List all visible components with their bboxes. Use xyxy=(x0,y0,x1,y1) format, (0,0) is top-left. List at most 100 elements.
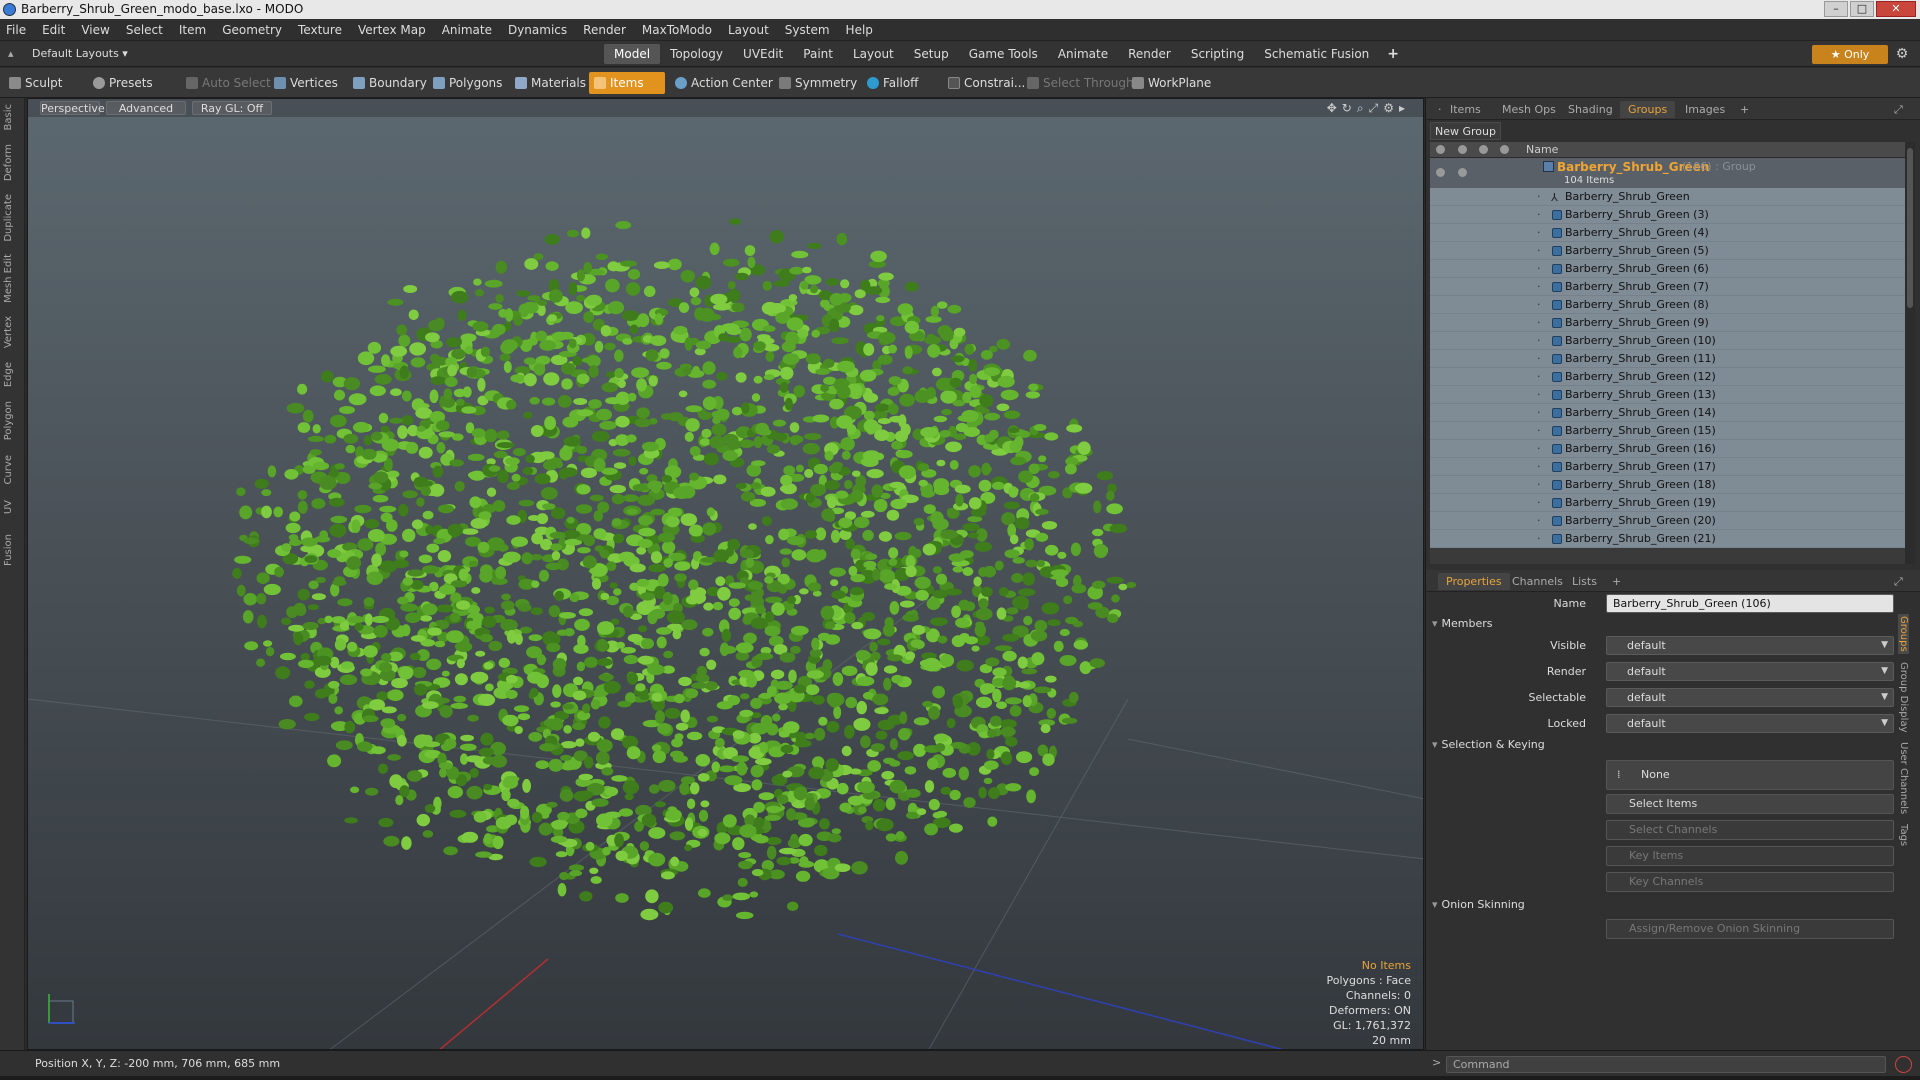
left-tab-mesh-edit[interactable]: Mesh Edit xyxy=(3,254,21,303)
group-row[interactable]: Barberry_Shrub_Green (106) : Group 104 I… xyxy=(1430,158,1905,188)
add-tab-icon[interactable]: + xyxy=(1732,101,1757,118)
minimize-button[interactable]: – xyxy=(1824,1,1848,17)
menu-item[interactable]: Item xyxy=(179,23,206,37)
left-tab-duplicate[interactable]: Duplicate xyxy=(3,194,21,242)
menu-layout[interactable]: Layout xyxy=(728,23,769,37)
command-input[interactable]: Command xyxy=(1446,1056,1886,1073)
list-item[interactable]: · Barberry_Shrub_Green (9) xyxy=(1430,314,1905,332)
tab-mesh-ops[interactable]: Mesh Ops xyxy=(1494,101,1564,118)
side-tab-tags[interactable]: Tags xyxy=(1898,822,1909,848)
tab-render[interactable]: Render xyxy=(1118,44,1181,64)
tree-scrollbar[interactable] xyxy=(1905,142,1915,564)
expand-icon[interactable]: ⤢ xyxy=(1886,101,1911,118)
tab-shading[interactable]: Shading xyxy=(1560,101,1621,118)
rotate-icon[interactable]: ↻ xyxy=(1342,101,1352,116)
left-tab-polygon[interactable]: Polygon xyxy=(3,401,21,440)
tab-uvedit[interactable]: UVEdit xyxy=(733,44,793,64)
tab-scripting[interactable]: Scripting xyxy=(1181,44,1254,64)
vertices-button[interactable]: Vertices xyxy=(269,72,344,94)
list-item[interactable]: · Barberry_Shrub_Green (17) xyxy=(1430,458,1905,476)
pan-icon[interactable]: ✥ xyxy=(1327,101,1337,116)
menu-render[interactable]: Render xyxy=(583,23,626,37)
perspective-button[interactable]: Perspective xyxy=(40,101,105,115)
left-tab-curve[interactable]: Curve xyxy=(3,455,21,485)
menu-select[interactable]: Select xyxy=(126,23,163,37)
advanced-button[interactable]: Advanced xyxy=(106,101,186,115)
list-item[interactable]: · Barberry_Shrub_Green (11) xyxy=(1430,350,1905,368)
key-channels-button[interactable]: Key Channels xyxy=(1606,872,1894,892)
render-select[interactable]: default ▼ xyxy=(1606,662,1894,681)
tab-schematic-fusion[interactable]: Schematic Fusion xyxy=(1254,44,1379,64)
select-channels-button[interactable]: Select Channels xyxy=(1606,820,1894,840)
onion-skinning-button[interactable]: Assign/Remove Onion Skinning xyxy=(1606,919,1894,939)
add-tab-button[interactable]: + xyxy=(1379,44,1407,64)
menu-geometry[interactable]: Geometry xyxy=(222,23,282,37)
presets-button[interactable]: Presets xyxy=(88,72,159,94)
boundary-button[interactable]: Boundary xyxy=(348,72,433,94)
tab-paint[interactable]: Paint xyxy=(793,44,843,64)
left-tab-edge[interactable]: Edge xyxy=(3,362,21,387)
zoom-icon[interactable]: ⌕ xyxy=(1357,101,1364,116)
list-item[interactable]: · Barberry_Shrub_Green (12) xyxy=(1430,368,1905,386)
list-item[interactable]: · Barberry_Shrub_Green (6) xyxy=(1430,260,1905,278)
list-item[interactable]: · Barberry_Shrub_Green (18) xyxy=(1430,476,1905,494)
3d-viewport[interactable]: Perspective Advanced Ray GL: Off ✥ ↻ ⌕ ⤢… xyxy=(27,98,1424,1050)
visible-select[interactable]: default ▼ xyxy=(1606,636,1894,655)
left-tab-fusion[interactable]: Fusion xyxy=(3,534,21,566)
list-item[interactable]: · Barberry_Shrub_Green (21) xyxy=(1430,530,1905,548)
only-button[interactable]: ★ Only xyxy=(1812,45,1888,64)
list-item[interactable]: · Barberry_Shrub_Green (8) xyxy=(1430,296,1905,314)
menu-file[interactable]: File xyxy=(6,23,26,37)
list-item[interactable]: · Barberry_Shrub_Green (3) xyxy=(1430,206,1905,224)
members-section[interactable]: ▾ Members xyxy=(1432,617,1493,630)
menu-maxtomodo[interactable]: MaxToModo xyxy=(642,23,712,37)
menu-animate[interactable]: Animate xyxy=(442,23,492,37)
side-tab-group-display[interactable]: Group Display xyxy=(1898,660,1909,734)
scrollbar-thumb[interactable] xyxy=(1907,148,1913,308)
tab-layout[interactable]: Layout xyxy=(843,44,904,64)
menu-view[interactable]: View xyxy=(81,23,109,37)
onion-skinning-section[interactable]: ▾ Onion Skinning xyxy=(1432,898,1525,911)
key-items-button[interactable]: Key Items xyxy=(1606,846,1894,866)
left-tab-vertex[interactable]: Vertex xyxy=(3,316,21,348)
list-item[interactable]: · Barberry_Shrub_Green (4) xyxy=(1430,224,1905,242)
menu-vertex-map[interactable]: Vertex Map xyxy=(358,23,426,37)
group-render-icon[interactable] xyxy=(1458,168,1467,177)
menu-system[interactable]: System xyxy=(785,23,830,37)
list-item[interactable]: · Barberry_Shrub_Green (15) xyxy=(1430,422,1905,440)
tab-images[interactable]: Images xyxy=(1677,101,1733,118)
raygl-button[interactable]: Ray GL: Off xyxy=(192,101,272,115)
command-history-icon[interactable] xyxy=(1895,1056,1912,1073)
tab-model[interactable]: Model xyxy=(604,44,661,64)
pin-icon[interactable]: ▴ xyxy=(8,45,18,63)
none-button[interactable]: ⁞ None xyxy=(1606,760,1894,790)
select-through-button[interactable]: Select Through xyxy=(1022,72,1140,94)
left-tab-uv[interactable]: UV xyxy=(3,500,21,514)
side-tab-groups[interactable]: Groups xyxy=(1898,614,1909,654)
expand-icon[interactable]: ⤢ xyxy=(1886,573,1911,590)
viewport-gear-icon[interactable]: ⚙ xyxy=(1383,101,1394,116)
side-tab-user-channels[interactable]: User Channels xyxy=(1898,740,1909,816)
tab-game-tools[interactable]: Game Tools xyxy=(959,44,1048,64)
eye-icon[interactable] xyxy=(1436,145,1445,154)
menu-texture[interactable]: Texture xyxy=(298,23,342,37)
list-item[interactable]: · ⅄ Barberry_Shrub_Green xyxy=(1430,188,1905,206)
tab-setup[interactable]: Setup xyxy=(904,44,959,64)
select-icon[interactable] xyxy=(1479,145,1488,154)
materials-button[interactable]: Materials xyxy=(510,72,592,94)
list-item[interactable]: · Barberry_Shrub_Green (13) xyxy=(1430,386,1905,404)
list-item[interactable]: · Barberry_Shrub_Green (20) xyxy=(1430,512,1905,530)
list-item[interactable]: · Barberry_Shrub_Green (19) xyxy=(1430,494,1905,512)
action-center-button[interactable]: Action Center xyxy=(670,72,779,94)
menu-dynamics[interactable]: Dynamics xyxy=(508,23,567,37)
lock-icon[interactable] xyxy=(1500,145,1509,154)
add-tab-icon[interactable]: + xyxy=(1604,573,1629,590)
tab-animate[interactable]: Animate xyxy=(1048,44,1118,64)
symmetry-button[interactable]: Symmetry xyxy=(774,72,863,94)
tab-lists[interactable]: Lists xyxy=(1564,573,1605,590)
list-item[interactable]: · Barberry_Shrub_Green (14) xyxy=(1430,404,1905,422)
auto-select-button[interactable]: Auto Select xyxy=(181,72,277,94)
selection-keying-section[interactable]: ▾ Selection & Keying xyxy=(1432,738,1545,751)
group-eye-icon[interactable] xyxy=(1436,168,1445,177)
viewport-menu-icon[interactable]: ▸ xyxy=(1399,101,1405,116)
